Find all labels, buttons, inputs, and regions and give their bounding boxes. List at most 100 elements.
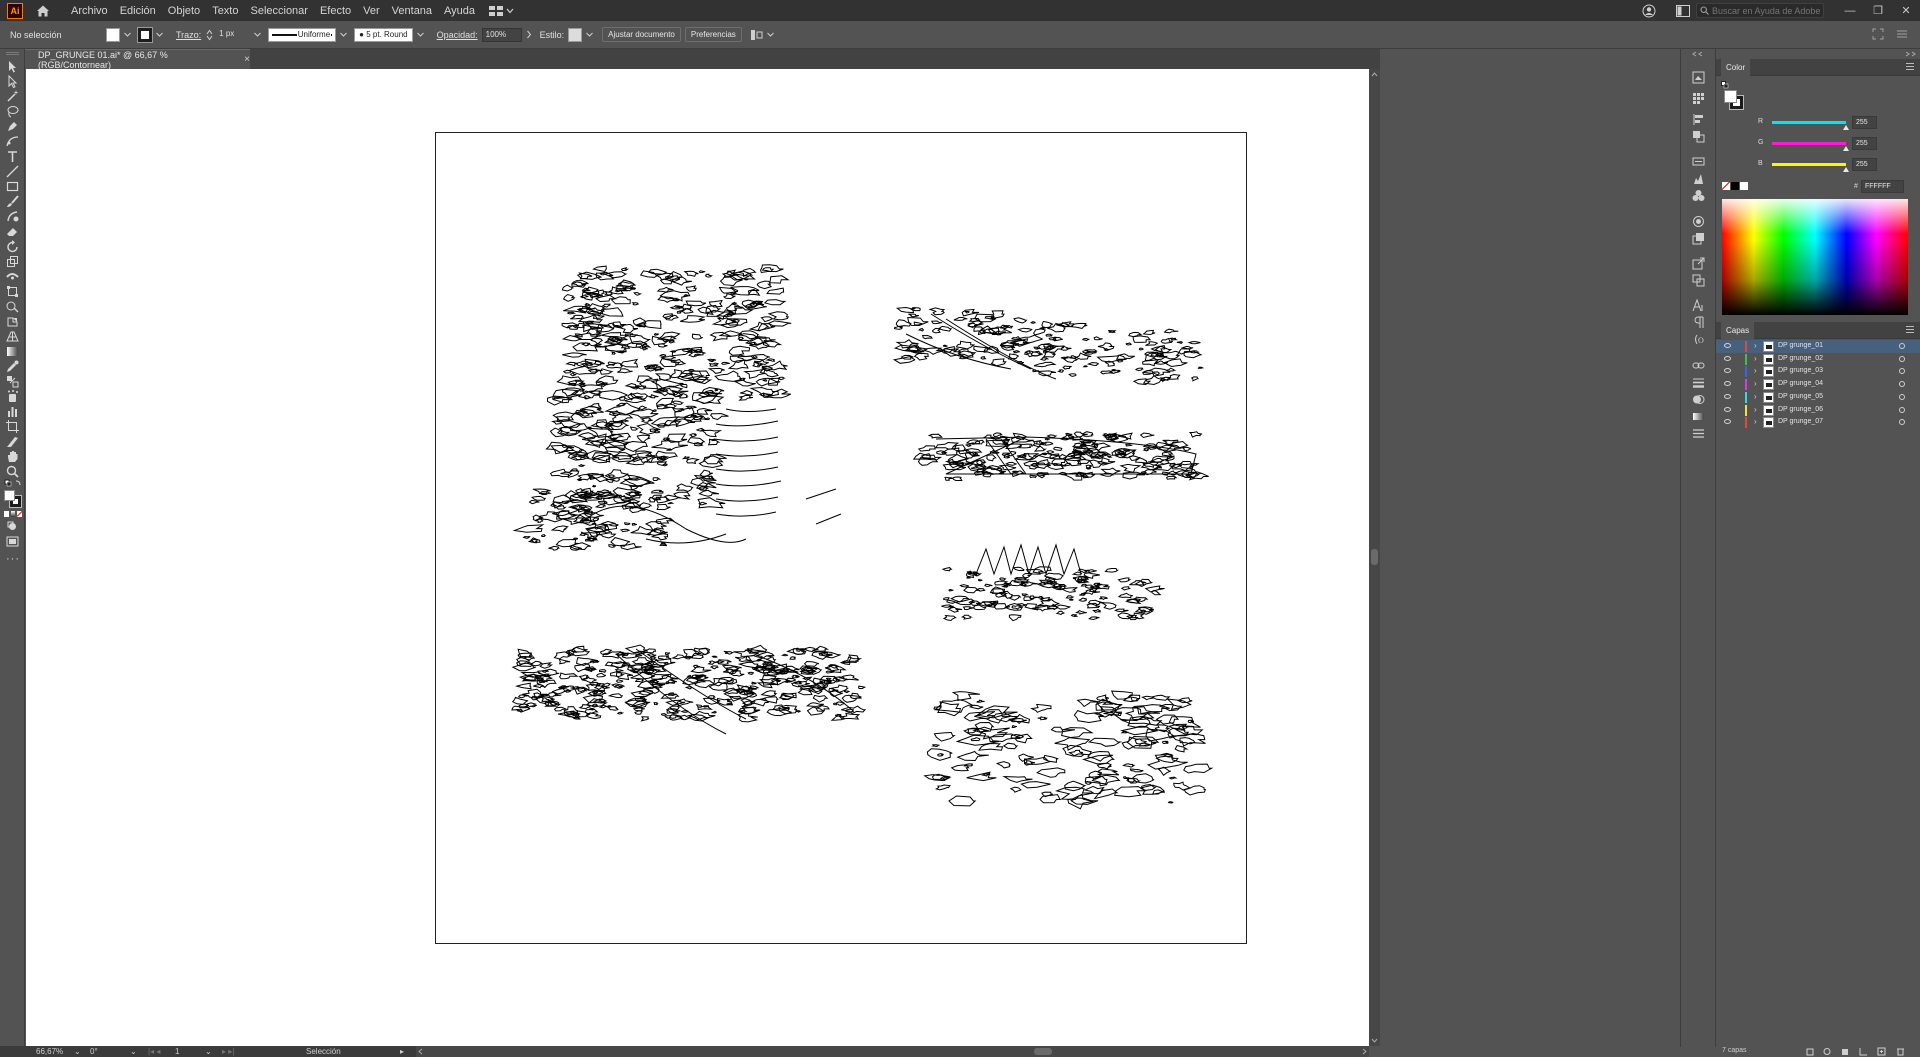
color-mode-buttons[interactable]: [4, 511, 23, 517]
graphic-styles-panel-icon[interactable]: [1692, 232, 1705, 245]
horizontal-scroll-thumb[interactable]: [1034, 1048, 1052, 1055]
home-icon[interactable]: [35, 3, 55, 19]
graphic-style-swatch[interactable]: [568, 27, 583, 42]
grunge-stroke[interactable]: [715, 496, 779, 502]
properties-panel-icon[interactable]: [1692, 71, 1705, 84]
brush-preview[interactable]: ● 5 pt. Round: [354, 27, 413, 42]
line-segment-tool-icon[interactable]: [5, 164, 20, 179]
menu-ver[interactable]: Ver: [363, 5, 380, 17]
dock-collapse-icon[interactable]: [1681, 51, 1717, 57]
panel-toggle-icon[interactable]: [1676, 4, 1690, 17]
user-account-icon[interactable]: [1642, 4, 1656, 18]
hand-tool-icon[interactable]: [5, 449, 20, 464]
eye-icon[interactable]: [1724, 419, 1731, 425]
layer-row[interactable]: › DP grunge_06: [1716, 404, 1920, 417]
eye-icon[interactable]: [1724, 355, 1731, 361]
chevron-right-icon[interactable]: ›: [1754, 379, 1757, 388]
layer-row[interactable]: › DP grunge_04: [1716, 378, 1920, 391]
scale-tool-icon[interactable]: [5, 254, 20, 269]
shaper-tool-icon[interactable]: [5, 209, 20, 224]
close-window-button[interactable]: ✕: [1892, 4, 1920, 17]
fill-swatch[interactable]: [106, 27, 120, 42]
canvas[interactable]: [26, 69, 1369, 1046]
column-graph-tool-icon[interactable]: [5, 404, 20, 419]
layer-row[interactable]: › DP grunge_03: [1716, 365, 1920, 378]
appearance-panel-icon[interactable]: [1692, 215, 1705, 228]
green-value-field[interactable]: 255: [1852, 137, 1877, 150]
eye-icon[interactable]: [1724, 343, 1731, 348]
character-panel-icon[interactable]: [1692, 298, 1705, 312]
black-swatch[interactable]: [1731, 182, 1739, 190]
grunge-shape[interactable]: [556, 264, 792, 401]
white-swatch[interactable]: [1740, 182, 1748, 190]
chevron-right-icon[interactable]: ›: [1754, 392, 1757, 401]
arrange-documents-button[interactable]: [489, 5, 514, 16]
green-slider-track[interactable]: [1772, 142, 1846, 145]
stepper-icon[interactable]: [206, 29, 213, 41]
opacity-label[interactable]: Opacidad:: [437, 30, 478, 40]
grunge-artwork[interactable]: [26, 69, 1369, 1046]
variable-width-profile[interactable]: Uniforme: [268, 27, 348, 42]
chevron-right-icon[interactable]: ›: [1754, 405, 1757, 414]
layer-name[interactable]: DP grunge_07: [1778, 418, 1823, 425]
layer-name[interactable]: DP grunge_02: [1778, 355, 1823, 362]
vertical-scrollbar[interactable]: [1369, 69, 1380, 1046]
layer-name[interactable]: DP grunge_03: [1778, 367, 1823, 374]
type-tool-icon[interactable]: [5, 149, 20, 164]
document-tab[interactable]: DP_GRUNGE 01.ai* @ 66,67 % (RGB/Contorne…: [25, 49, 250, 70]
red-slider-track[interactable]: [1772, 121, 1846, 124]
green-slider-thumb[interactable]: [1843, 146, 1849, 151]
artboards-panel-icon[interactable]: [1692, 274, 1705, 287]
panel-menu-icon[interactable]: [1906, 63, 1914, 70]
none-swatch[interactable]: [1722, 182, 1730, 190]
menu-ventana[interactable]: Ventana: [392, 5, 432, 17]
align-panel-icon[interactable]: [1692, 113, 1705, 126]
grunge-shape[interactable]: [912, 431, 1209, 481]
lasso-tool-icon[interactable]: [5, 104, 20, 119]
red-slider[interactable]: R 255: [1716, 115, 1920, 133]
direct-selection-tool-icon[interactable]: [5, 74, 20, 89]
grunge-stroke[interactable]: [725, 408, 777, 412]
fill-indicator[interactable]: [4, 490, 15, 501]
layer-name[interactable]: DP grunge_06: [1778, 406, 1823, 413]
artboard-dropdown-icon[interactable]: ⌄: [205, 1046, 212, 1057]
eraser-tool-icon[interactable]: [5, 224, 20, 239]
eye-icon[interactable]: [1724, 368, 1731, 374]
maximize-button[interactable]: ❐: [1864, 4, 1892, 17]
grunge-stroke[interactable]: [715, 420, 779, 427]
target-circle-icon[interactable]: [1899, 343, 1905, 349]
paintbrush-tool-icon[interactable]: [5, 194, 20, 209]
stroke-weight-field[interactable]: 1 px: [216, 28, 250, 42]
scroll-right-icon[interactable]: [1360, 1046, 1369, 1057]
rotation-dropdown-icon[interactable]: ⌄: [130, 1046, 137, 1057]
gradient-panel-icon[interactable]: [1692, 410, 1705, 423]
layers-panel-tab[interactable]: Capas: [1721, 322, 1755, 339]
green-slider[interactable]: G 255: [1716, 136, 1920, 154]
red-value-field[interactable]: 255: [1852, 116, 1877, 129]
horizontal-scrollbar[interactable]: [416, 1046, 1369, 1057]
paragraph-panel-icon[interactable]: [1692, 316, 1705, 329]
color-button[interactable]: [4, 511, 9, 517]
target-circle-icon[interactable]: [1899, 368, 1905, 375]
eye-icon[interactable]: [1724, 406, 1731, 412]
pen-tool-icon[interactable]: [5, 119, 20, 134]
shape-builder-tool-icon[interactable]: [5, 299, 20, 314]
status-menu-icon[interactable]: ▸: [400, 1046, 404, 1057]
layer-name[interactable]: DP grunge_05: [1778, 393, 1823, 400]
magic-wand-tool-icon[interactable]: [5, 89, 20, 104]
menu-efecto[interactable]: Efecto: [320, 5, 351, 17]
eye-icon[interactable]: [1724, 381, 1731, 387]
free-transform-tool-icon[interactable]: [5, 284, 20, 299]
color-spectrum[interactable]: [1722, 199, 1908, 315]
grunge-shape[interactable]: [892, 306, 1205, 386]
slice-tool-icon[interactable]: [5, 434, 20, 449]
hex-value-field[interactable]: FFFFFF: [1861, 180, 1904, 193]
menu-edicion[interactable]: Edición: [120, 5, 156, 17]
menu-texto[interactable]: Texto: [212, 5, 238, 17]
chevron-right-icon[interactable]: ›: [1754, 366, 1757, 375]
layer-name[interactable]: DP grunge_01: [1778, 342, 1823, 349]
links-panel-icon[interactable]: [1692, 359, 1705, 372]
fill-color-control[interactable]: [106, 27, 132, 42]
scroll-up-icon[interactable]: [1369, 70, 1380, 79]
layers-panel-icon[interactable]: [1692, 427, 1705, 440]
